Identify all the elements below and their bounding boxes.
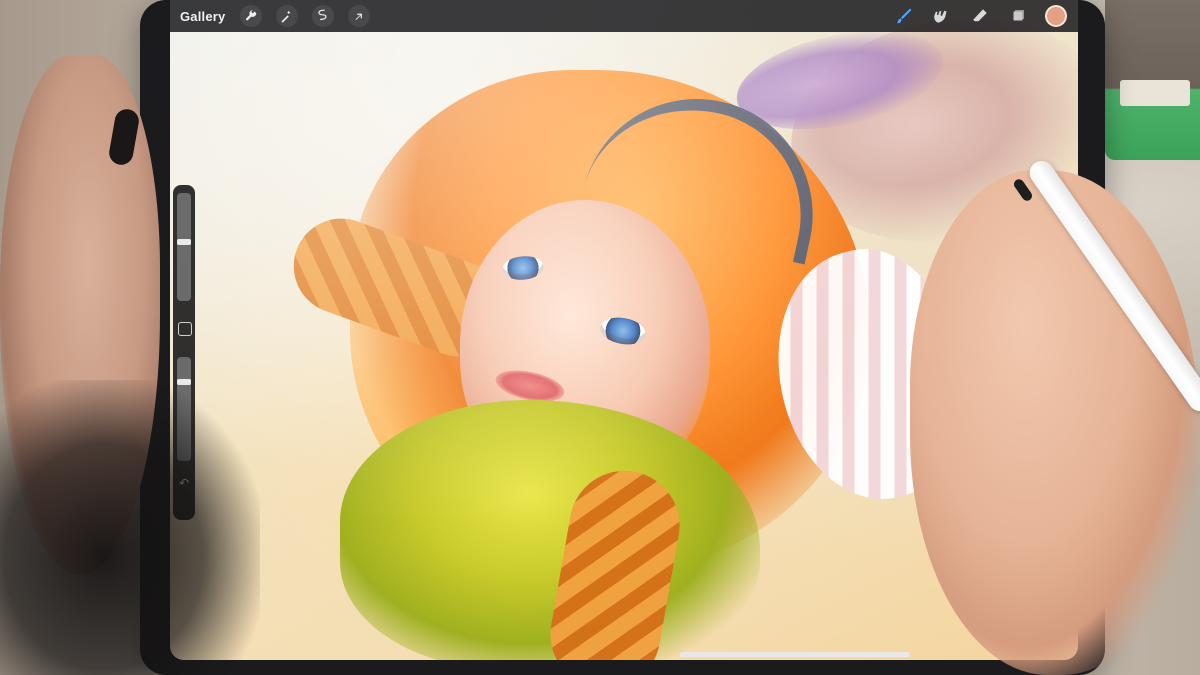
book-stack xyxy=(1105,0,1200,160)
color-swatch xyxy=(1045,5,1067,27)
toolbar-right xyxy=(892,4,1068,28)
modify-button[interactable] xyxy=(178,322,192,336)
brush-tool[interactable] xyxy=(892,4,916,28)
selection-button[interactable] xyxy=(311,5,334,27)
foreground-hair xyxy=(0,380,260,675)
layers-icon xyxy=(1013,10,1024,21)
top-toolbar: Gallery xyxy=(170,0,1078,32)
gallery-button[interactable]: Gallery xyxy=(180,9,226,24)
adjustments-button[interactable] xyxy=(275,5,298,27)
actions-button[interactable] xyxy=(239,5,262,27)
brush-size-thumb[interactable] xyxy=(177,238,191,245)
wrench-icon xyxy=(245,10,256,21)
smudge-icon xyxy=(934,10,947,23)
brush-size-slider[interactable] xyxy=(177,193,191,301)
transform-arrow-icon xyxy=(355,13,362,21)
fingernail xyxy=(107,107,141,167)
eraser-tool[interactable] xyxy=(968,4,992,28)
toolbar-left: Gallery xyxy=(180,5,370,27)
magic-wand-icon xyxy=(281,10,290,23)
eraser-icon xyxy=(973,9,987,22)
book-spine xyxy=(1120,80,1190,106)
layers-tool[interactable] xyxy=(1006,4,1030,28)
brush-icon xyxy=(897,8,912,24)
selection-icon xyxy=(317,9,327,21)
color-button[interactable] xyxy=(1044,4,1068,28)
transform-button[interactable] xyxy=(347,5,370,27)
home-indicator[interactable] xyxy=(680,652,910,657)
smudge-tool[interactable] xyxy=(930,4,954,28)
